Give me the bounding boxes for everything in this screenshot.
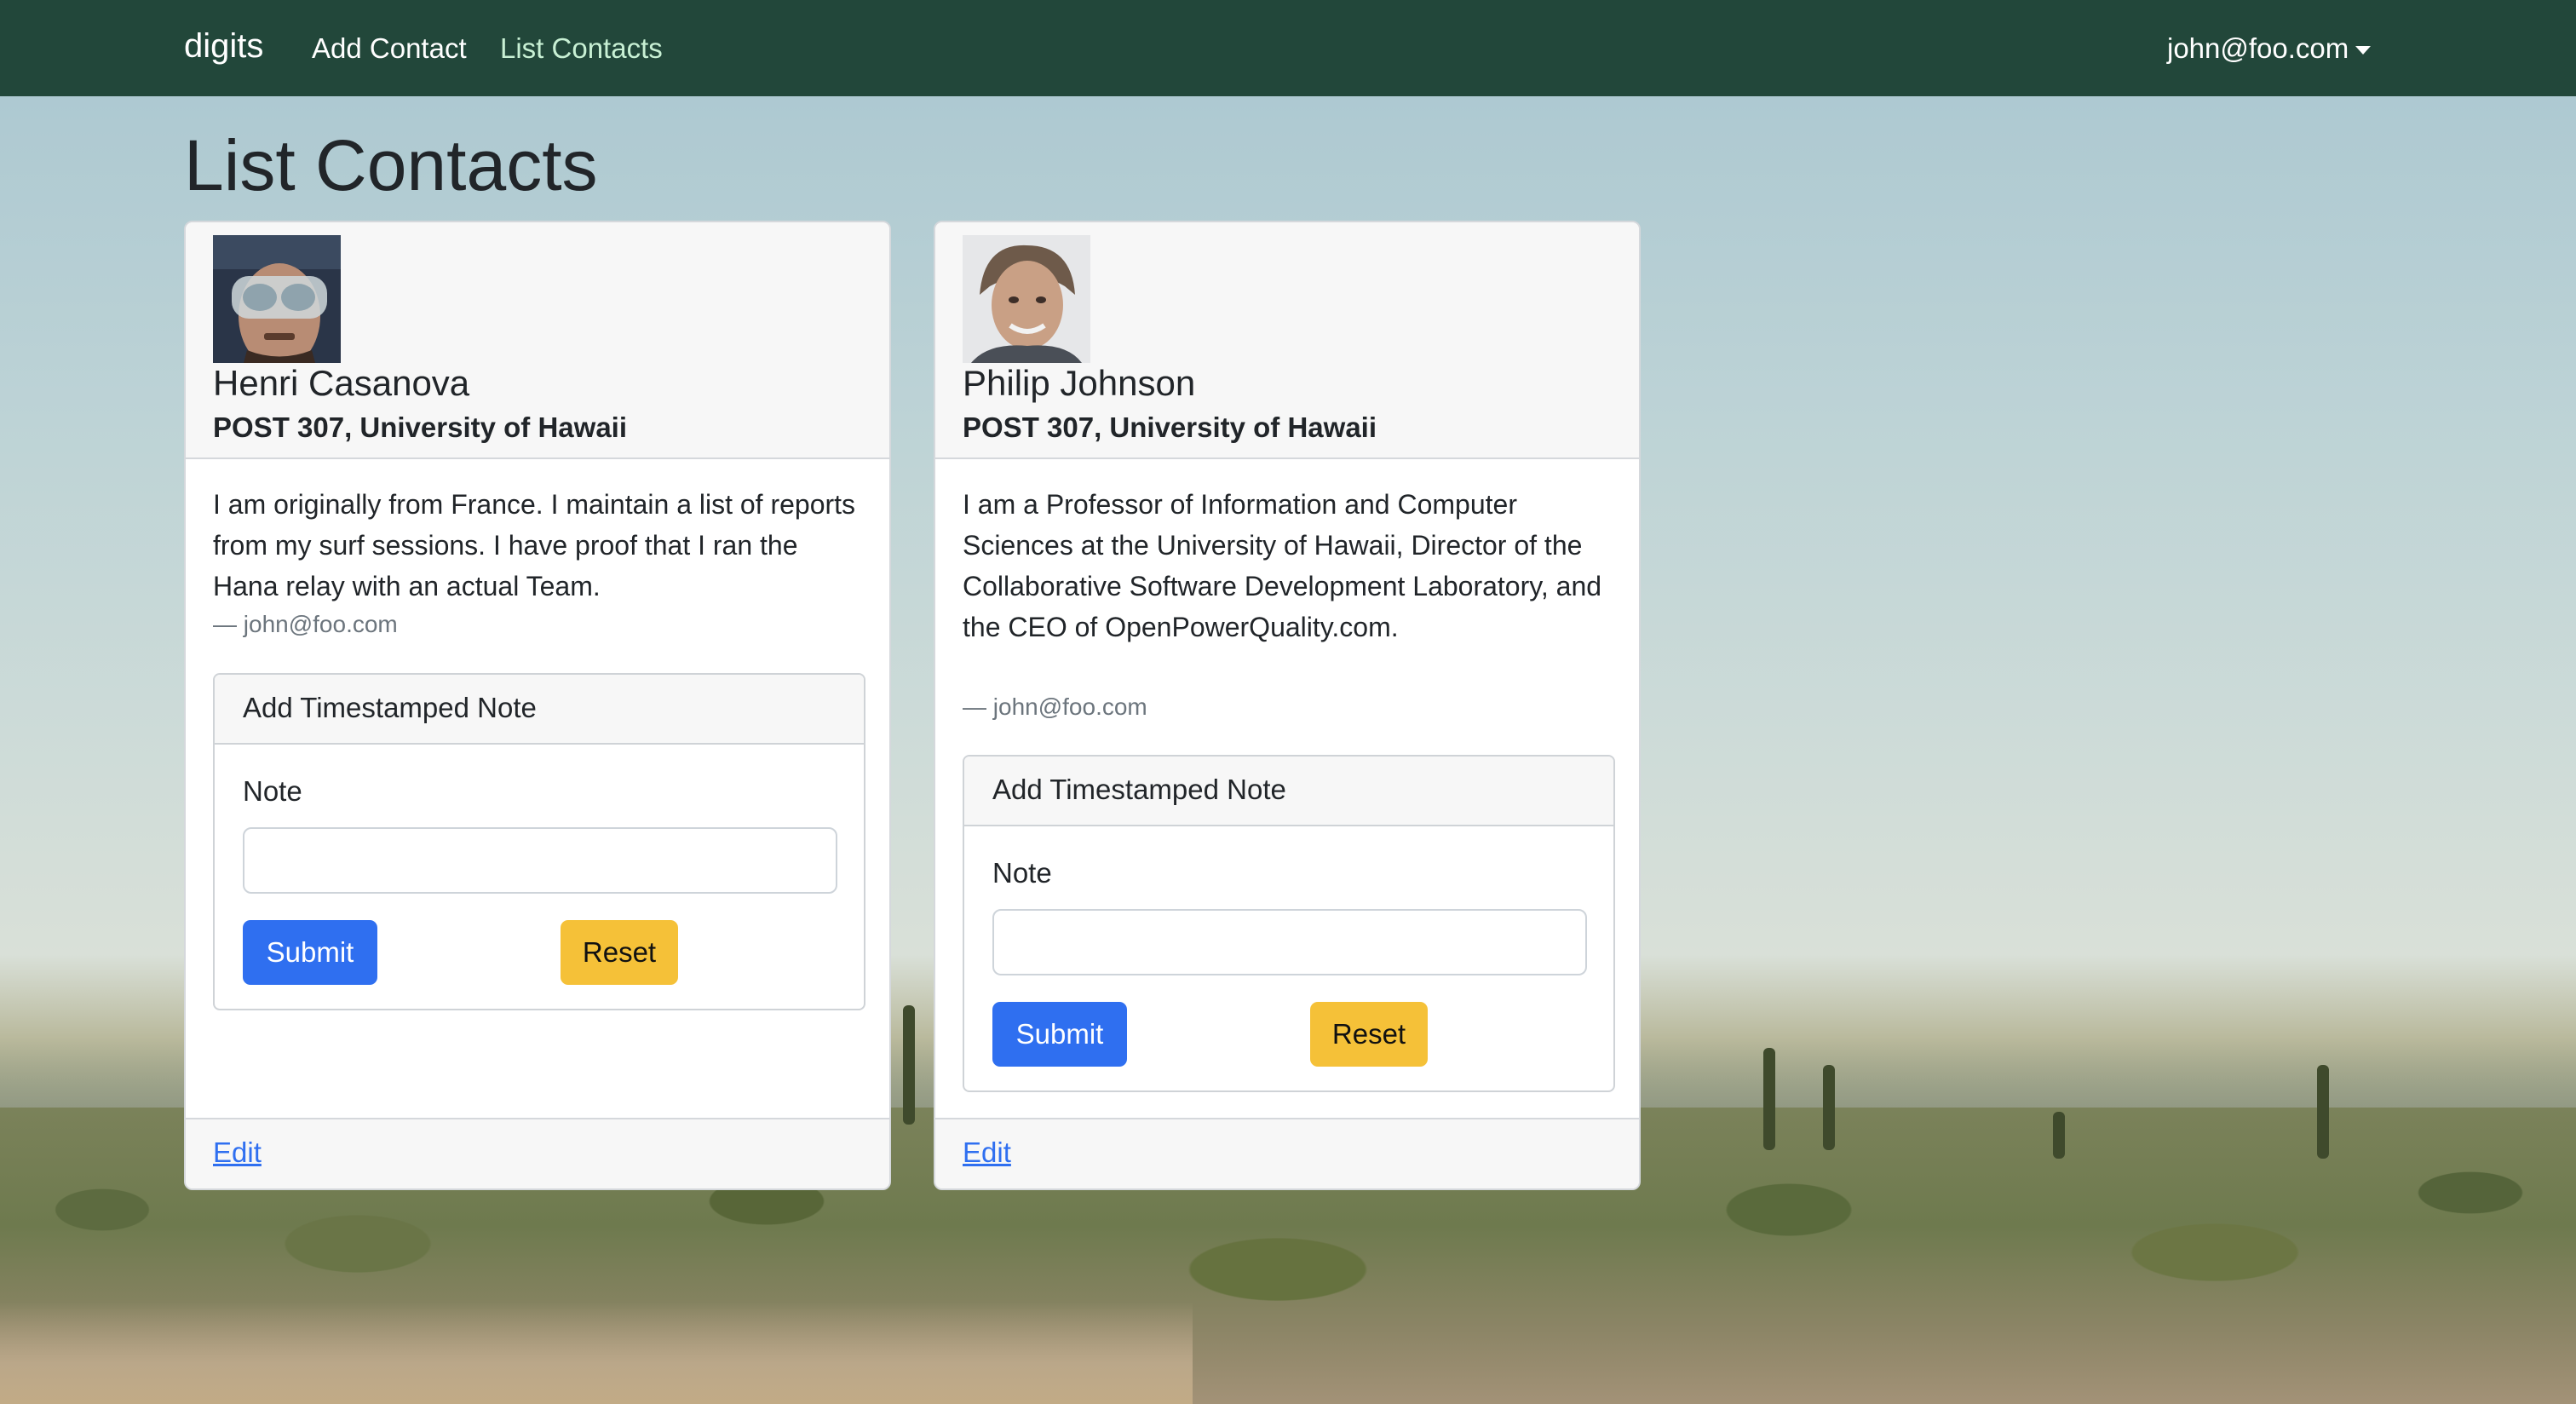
edit-link[interactable]: Edit — [213, 1136, 262, 1169]
contact-card: Philip Johnson POST 307, University of H… — [934, 221, 1641, 1190]
contact-description: I am a Professor of Information and Comp… — [963, 489, 1602, 642]
joshua-tree — [1763, 1048, 1775, 1150]
joshua-tree — [2053, 1112, 2065, 1159]
reset-button[interactable]: Reset — [561, 920, 678, 985]
card-header: Philip Johnson POST 307, University of H… — [935, 222, 1639, 459]
card-footer: Edit — [935, 1118, 1639, 1188]
card-footer: Edit — [186, 1118, 889, 1188]
add-note-form: Add Timestamped Note Note Submit Reset — [963, 755, 1615, 1092]
submit-button[interactable]: Submit — [992, 1002, 1127, 1067]
note-input[interactable] — [992, 909, 1587, 975]
note-form-title: Add Timestamped Note — [964, 757, 1613, 826]
add-note-form: Add Timestamped Note Note Submit Reset — [213, 673, 865, 1010]
brand-logo[interactable]: digits — [184, 27, 263, 66]
note-input[interactable] — [243, 827, 837, 894]
page-title: List Contacts — [184, 125, 598, 205]
background-dirt-road — [0, 1302, 1193, 1404]
joshua-tree — [903, 1005, 915, 1125]
contact-description: I am originally from France. I maintain … — [213, 489, 856, 601]
nav-add-contact[interactable]: Add Contact — [312, 32, 467, 65]
joshua-tree — [2317, 1065, 2329, 1159]
card-header: Henri Casanova POST 307, University of H… — [186, 222, 889, 459]
contact-card: Henri Casanova POST 307, University of H… — [184, 221, 891, 1190]
contact-address: POST 307, University of Hawaii — [213, 411, 628, 443]
joshua-tree — [1823, 1065, 1835, 1150]
avatar — [213, 235, 341, 363]
contact-owner: — john@foo.com — [963, 693, 1147, 720]
note-label: Note — [243, 775, 302, 807]
nav-list-contacts[interactable]: List Contacts — [500, 32, 663, 65]
caret-down-icon — [2355, 46, 2372, 55]
contact-name: Henri Casanova — [213, 363, 470, 403]
user-email: john@foo.com — [2167, 32, 2349, 64]
note-form-title: Add Timestamped Note — [215, 675, 864, 745]
contact-address: POST 307, University of Hawaii — [963, 411, 1377, 443]
avatar — [963, 235, 1090, 363]
reset-button[interactable]: Reset — [1310, 1002, 1428, 1067]
note-label: Note — [992, 857, 1052, 889]
top-navbar: digits Add Contact List Contacts john@fo… — [0, 0, 2576, 96]
contact-name: Philip Johnson — [963, 363, 1196, 403]
edit-link[interactable]: Edit — [963, 1136, 1011, 1169]
submit-button[interactable]: Submit — [243, 920, 377, 985]
user-dropdown[interactable]: john@foo.com — [2167, 32, 2372, 65]
contact-owner: — john@foo.com — [213, 611, 398, 637]
